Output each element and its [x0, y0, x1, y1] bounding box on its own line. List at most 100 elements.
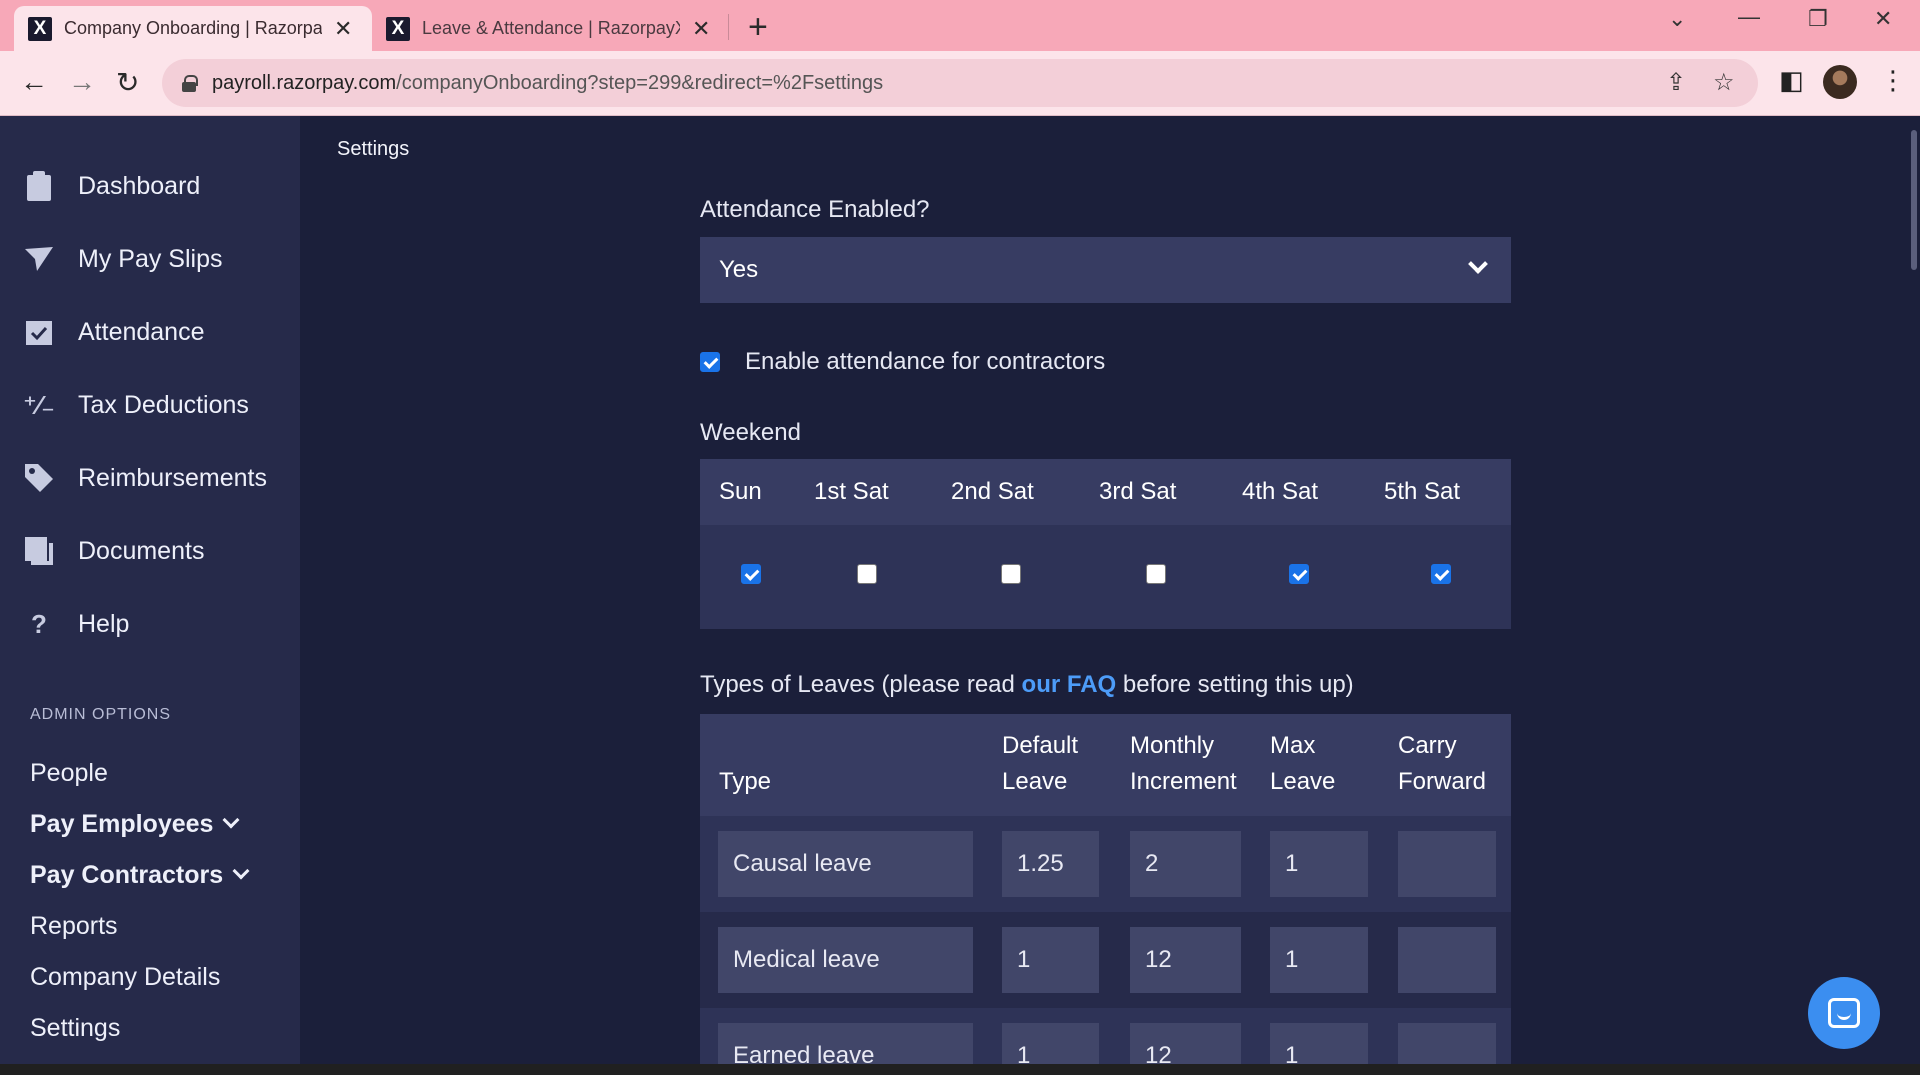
- clipboard-icon: [24, 171, 54, 201]
- forward-icon[interactable]: →: [68, 66, 96, 98]
- admin-item-people[interactable]: People: [30, 759, 108, 788]
- reload-icon[interactable]: ↻: [116, 66, 139, 99]
- browser-tab-bar: X Company Onboarding | Razorpa ✕ X Leave…: [0, 0, 1920, 51]
- monthly-increment-input[interactable]: 12: [1130, 1023, 1241, 1064]
- calendar-check-icon: [24, 317, 54, 347]
- lock-icon: [182, 75, 198, 92]
- minimize-icon[interactable]: —: [1738, 4, 1760, 30]
- admin-item-pay-employees[interactable]: Pay Employees: [30, 810, 240, 839]
- admin-item-reports[interactable]: Reports: [30, 912, 118, 941]
- admin-options-heading: ADMIN OPTIONS: [30, 706, 172, 723]
- sidebar-item-label: Documents: [78, 536, 205, 565]
- leave-type-input[interactable]: Causal leave: [718, 831, 973, 897]
- default-leave-input[interactable]: 1: [1002, 1023, 1099, 1064]
- contractors-attendance-label: Enable attendance for contractors: [745, 348, 1106, 375]
- tab-title: Company Onboarding | Razorpa: [64, 18, 322, 38]
- back-icon[interactable]: ←: [20, 66, 48, 98]
- weekend-header: Sun 1st Sat 2nd Sat 3rd Sat 4th Sat 5th …: [700, 459, 1511, 525]
- tab-company-onboarding[interactable]: X Company Onboarding | Razorpa ✕: [14, 6, 372, 51]
- default-leave-input[interactable]: 1: [1002, 927, 1099, 993]
- sidebar-item-label: Reimbursements: [78, 463, 267, 492]
- scrollbar-thumb[interactable]: [1911, 130, 1917, 270]
- header-monthly-1: Monthly: [1130, 732, 1215, 759]
- weekend-label: Weekend: [700, 419, 801, 446]
- sidebar-item-help[interactable]: ? Help: [24, 609, 129, 639]
- admin-item-settings[interactable]: Settings: [30, 1014, 120, 1043]
- header-type: Type: [719, 768, 772, 795]
- tab-search-chevron-icon[interactable]: ⌄: [1668, 6, 1686, 32]
- contractors-attendance-row: Enable attendance for contractors: [700, 348, 1105, 376]
- monthly-increment-input[interactable]: 12: [1130, 927, 1241, 993]
- url-text: payroll.razorpay.com/companyOnboarding?s…: [212, 71, 884, 94]
- admin-item-company-details[interactable]: Company Details: [30, 963, 220, 992]
- weekend-checkbox-2nd-sat[interactable]: [1001, 564, 1021, 584]
- chevron-down-icon: [222, 811, 240, 829]
- percent-icon: ⁺⁄₋: [23, 389, 55, 420]
- header-max-1: Max: [1270, 732, 1316, 759]
- weekend-col-3rd-sat: 3rd Sat: [1099, 478, 1177, 505]
- bookmark-star-icon[interactable]: ☆: [1713, 68, 1735, 97]
- close-tab-icon[interactable]: ✕: [334, 16, 352, 42]
- weekend-checkbox-4th-sat[interactable]: [1289, 564, 1309, 584]
- weekend-col-sun: Sun: [719, 478, 762, 505]
- weekend-table: Sun 1st Sat 2nd Sat 3rd Sat 4th Sat 5th …: [700, 459, 1511, 629]
- os-taskbar: [0, 1064, 1920, 1075]
- leave-label-prefix: Types of Leaves (please read: [700, 671, 1022, 698]
- carry-forward-input[interactable]: [1398, 1023, 1496, 1064]
- page-title: Settings: [337, 138, 410, 160]
- razorpay-favicon-icon: X: [386, 16, 410, 41]
- carry-forward-input[interactable]: [1398, 831, 1496, 897]
- sidebar: Dashboard My Pay Slips Attendance ⁺⁄₋ Ta…: [0, 116, 300, 1064]
- side-panel-icon[interactable]: ◧: [1779, 65, 1804, 96]
- max-leave-input[interactable]: 1: [1270, 831, 1368, 897]
- address-bar[interactable]: payroll.razorpay.com/companyOnboarding?s…: [162, 59, 1758, 107]
- max-leave-input[interactable]: 1: [1270, 927, 1368, 993]
- close-tab-icon[interactable]: ✕: [692, 16, 710, 42]
- sidebar-item-tax-deductions[interactable]: ⁺⁄₋ Tax Deductions: [23, 389, 249, 420]
- contractors-attendance-checkbox[interactable]: [700, 352, 720, 372]
- attendance-enabled-select[interactable]: Yes: [700, 237, 1511, 303]
- close-window-icon[interactable]: ✕: [1874, 6, 1892, 32]
- page-scrollbar[interactable]: [1908, 116, 1920, 1064]
- select-value: Yes: [719, 256, 759, 283]
- leave-type-input[interactable]: Medical leave: [718, 927, 973, 993]
- tab-leave-attendance[interactable]: X Leave & Attendance | RazorpayX ✕: [372, 6, 728, 51]
- menu-kebab-icon[interactable]: ⋮: [1880, 65, 1906, 96]
- weekend-col-1st-sat: 1st Sat: [814, 478, 889, 505]
- new-tab-icon[interactable]: +: [748, 8, 768, 47]
- tag-icon: [24, 463, 54, 493]
- paper-plane-icon: [24, 244, 54, 274]
- tab-title: Leave & Attendance | RazorpayX: [422, 18, 680, 38]
- sidebar-item-reimbursements[interactable]: Reimbursements: [24, 463, 267, 493]
- header-max-2: Leave: [1270, 768, 1336, 795]
- admin-item-pay-contractors[interactable]: Pay Contractors: [30, 861, 250, 890]
- chat-support-button[interactable]: [1808, 977, 1880, 1049]
- leave-label-suffix: before setting this up): [1116, 671, 1354, 698]
- sidebar-item-label: Help: [78, 609, 130, 638]
- header-carry-2: Forward: [1398, 768, 1487, 795]
- default-leave-input[interactable]: 1.25: [1002, 831, 1099, 897]
- sidebar-item-dashboard[interactable]: Dashboard: [24, 171, 200, 201]
- documents-icon: [24, 536, 54, 566]
- monthly-increment-input[interactable]: 2: [1130, 831, 1241, 897]
- weekend-checkbox-1st-sat[interactable]: [857, 564, 877, 584]
- weekend-checkbox-3rd-sat[interactable]: [1146, 564, 1166, 584]
- max-leave-input[interactable]: 1: [1270, 1023, 1368, 1064]
- carry-forward-input[interactable]: [1398, 927, 1496, 993]
- question-icon: ?: [31, 608, 47, 639]
- leave-types-table: Type Default Leave Monthly Increment Max…: [700, 714, 1511, 1064]
- weekend-checkbox-sun[interactable]: [741, 564, 761, 584]
- sidebar-item-my-pay-slips[interactable]: My Pay Slips: [24, 244, 222, 274]
- weekend-col-5th-sat: 5th Sat: [1384, 478, 1461, 505]
- sidebar-item-documents[interactable]: Documents: [24, 536, 204, 566]
- restore-icon[interactable]: ❐: [1808, 6, 1828, 32]
- sidebar-item-label: Attendance: [78, 317, 205, 346]
- weekend-checkbox-5th-sat[interactable]: [1431, 564, 1451, 584]
- profile-avatar[interactable]: [1823, 65, 1857, 99]
- share-icon[interactable]: ⇪: [1666, 68, 1686, 97]
- leave-type-input[interactable]: Earned leave: [718, 1023, 973, 1064]
- faq-link[interactable]: our FAQ: [1022, 671, 1117, 698]
- sidebar-item-attendance[interactable]: Attendance: [24, 317, 205, 347]
- table-row: Causal leave 1.25 2 1: [700, 816, 1511, 912]
- admin-item-label: Pay Contractors: [30, 861, 224, 889]
